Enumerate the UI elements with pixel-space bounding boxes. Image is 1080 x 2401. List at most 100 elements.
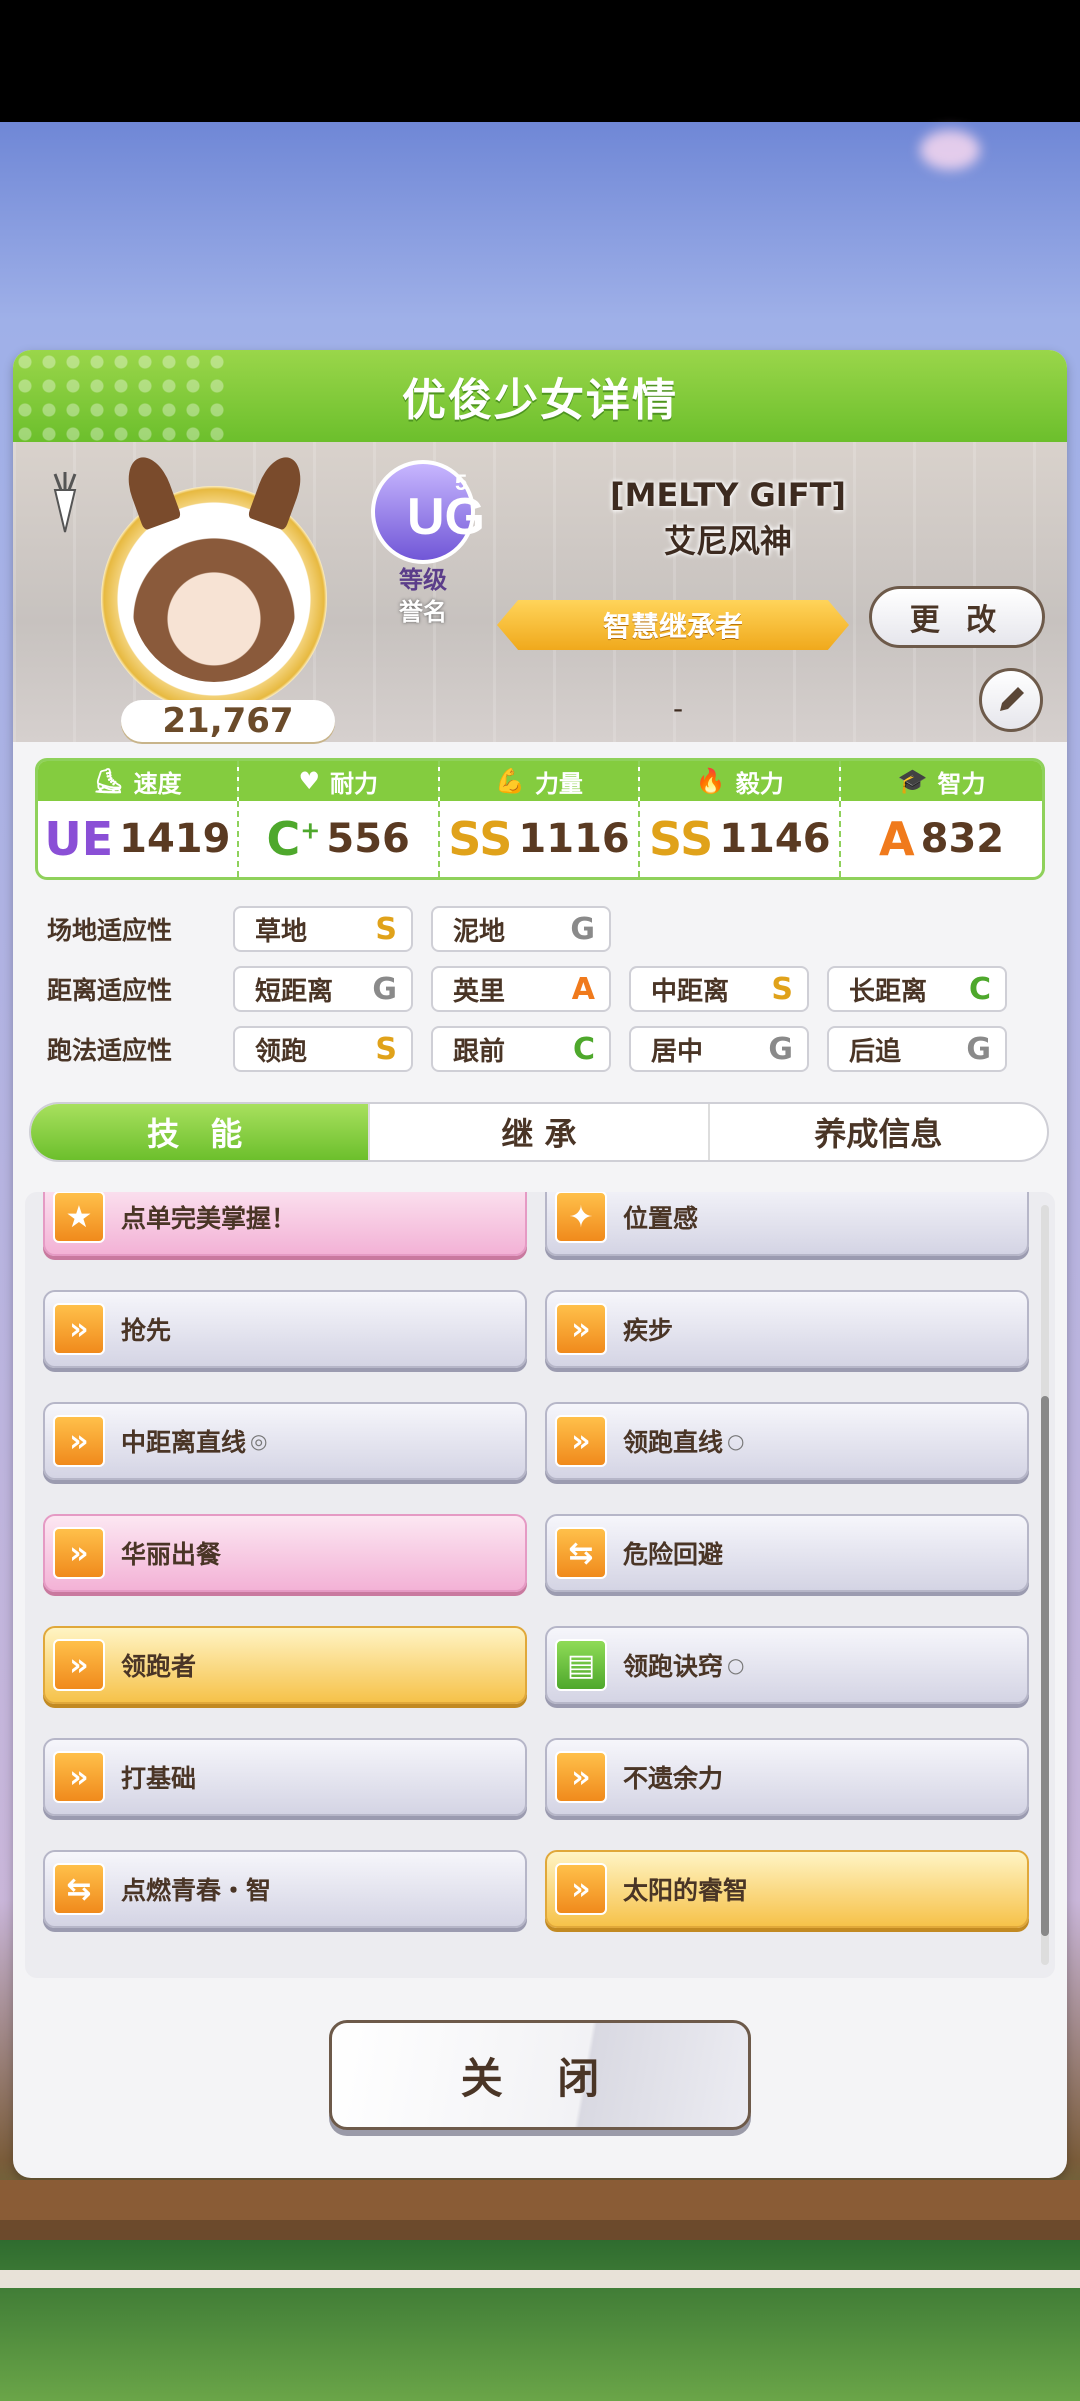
apt-chip: 泥地 G (431, 906, 611, 952)
distance-aptitude-row: 距离适应性 短距离 G 英里 A 中距离 S 长距离 C (47, 966, 1025, 1012)
rank-badge-icon[interactable]: UG 5 (361, 456, 485, 576)
pencil-icon (1000, 687, 1024, 711)
skill-item[interactable]: ⇆ 点燃青春・智 (43, 1850, 527, 1928)
apt-chip: 跟前 C (431, 1026, 611, 1072)
apt-label: 距离适应性 (47, 976, 173, 1005)
skill-icon: » (53, 1415, 105, 1467)
stat-label: 力量 (534, 769, 583, 798)
header-pattern (13, 350, 233, 442)
skill-item[interactable]: » 领跑者 (43, 1626, 527, 1704)
edit-button[interactable] (979, 668, 1043, 732)
skill-icon: ★ (53, 1192, 105, 1243)
apt-chip: 英里 A (431, 966, 611, 1012)
skill-item[interactable]: » 疾步 (545, 1290, 1029, 1368)
rating-score: 21,767 (121, 700, 335, 742)
stat-label: 毅力 (735, 769, 784, 798)
skill-item[interactable]: ★ 点单完美掌握！ (43, 1192, 527, 1256)
memo-text: - (673, 692, 684, 725)
skill-icon: ⇆ (555, 1527, 607, 1579)
skill-icon: » (555, 1751, 607, 1803)
fence (0, 2270, 1080, 2288)
skill-icon: » (53, 1303, 105, 1355)
stat-value: 1116 (518, 816, 630, 862)
stats-table: ⛸ 速度 UE 1419 ♥ 耐力 C+ 556 💪 力量 SS 1116 🔥 毅力 S… (35, 758, 1045, 880)
style-aptitude-row: 跑法适应性 领跑 S 跟前 C 居中 G 后追 G (47, 1026, 1025, 1072)
skill-item[interactable]: » 打基础 (43, 1738, 527, 1816)
apt-chip: 领跑 S (233, 1026, 413, 1072)
track-aptitude-row: 场地适应性 草地 S 泥地 G (47, 906, 629, 952)
stat-grade: UE (44, 812, 114, 866)
stat-guts: 🔥 毅力 SS 1146 (640, 761, 842, 877)
stat-grade: SS (448, 812, 513, 866)
stat-power: 💪 力量 SS 1116 (439, 761, 641, 877)
skill-item[interactable]: » 中距离直线 ◎ (43, 1402, 527, 1480)
stat-value: 832 (920, 816, 1005, 862)
rank-grade: UG (407, 488, 485, 546)
apt-label: 跑法适应性 (47, 1036, 173, 1065)
stat-grade: C+ (266, 812, 321, 866)
muscle-icon: 💪 (495, 767, 525, 795)
skill-icon: ▤ (555, 1639, 607, 1691)
stat-stamina: ♥ 耐力 C+ 556 (238, 761, 440, 877)
skill-item[interactable]: » 不遗余力 (545, 1738, 1029, 1816)
skill-icon: ✦ (555, 1192, 607, 1243)
stat-speed: ⛸ 速度 UE 1419 (38, 761, 239, 877)
apt-chip: 居中 G (629, 1026, 809, 1072)
rank-label: 等级 (399, 566, 447, 594)
tab-skills[interactable]: 技 能 (31, 1104, 371, 1160)
stat-label: 耐力 (329, 769, 378, 798)
stat-grade: SS (649, 812, 714, 866)
rank-level: 5 (455, 470, 467, 495)
skill-icon: » (53, 1751, 105, 1803)
status-bar (0, 0, 1080, 122)
skill-icon: » (555, 1415, 607, 1467)
apt-label: 场地适应性 (47, 916, 173, 945)
skill-icon: » (555, 1863, 607, 1915)
skill-icon: ⇆ (53, 1863, 105, 1915)
flame-icon: 🔥 (695, 767, 726, 795)
profile-area: 21,767 UG 5 等级 誉名 [MELTY GIFT] 艾尼风神 智慧继承… (13, 442, 1067, 742)
character-name: 艾尼风神 (663, 522, 792, 560)
skill-item[interactable]: » 领跑直线 ○ (545, 1402, 1029, 1480)
tab-inheritance[interactable]: 继 承 (370, 1104, 710, 1160)
carrot-icon (53, 472, 77, 533)
apt-chip: 中距离 S (629, 966, 809, 1012)
heart-icon: ♥ (298, 767, 320, 795)
skill-item[interactable]: » 太阳的睿智 (545, 1850, 1029, 1928)
apt-chip: 后追 G (827, 1026, 1007, 1072)
stat-label: 速度 (133, 769, 182, 798)
stat-wisdom: 🎓 智力 A 832 (841, 761, 1042, 877)
outfit-name: [MELTY GIFT] (609, 476, 847, 514)
stat-value: 1419 (119, 816, 231, 862)
umamusume-detail-panel: 优俊少女详情 21,767 UG 5 等级 誉名 [MELTY GIFT] 艾尼… (13, 350, 1067, 2178)
apt-chip: 长距离 C (827, 966, 1007, 1012)
graduation-cap-icon: 🎓 (897, 767, 928, 795)
sky-light (920, 130, 980, 170)
skill-icon: » (53, 1527, 105, 1579)
skill-item[interactable]: » 华丽出餐 (43, 1514, 527, 1592)
ground-scenery (0, 2180, 1080, 2401)
tab-training-info[interactable]: 养成信息 (710, 1104, 1047, 1160)
skill-item[interactable]: ▤ 领跑诀窍 ○ (545, 1626, 1029, 1704)
change-button[interactable]: 更 改 (869, 586, 1045, 648)
stat-label: 智力 (937, 769, 986, 798)
panel-header: 优俊少女详情 (13, 350, 1067, 442)
skill-item[interactable]: » 抢先 (43, 1290, 527, 1368)
stat-grade: A (879, 812, 915, 866)
avatar[interactable] (131, 516, 297, 682)
skill-item[interactable]: ⇆ 危险回避 (545, 1514, 1029, 1592)
skill-icon: » (53, 1639, 105, 1691)
rank-sub-label: 誉名 (399, 598, 447, 626)
skills-list: ★ 点单完美掌握！ ✦ 位置感 » 抢先 » 疾步 » 中距离直线 ◎ » 领跑直… (25, 1192, 1055, 1978)
skill-item[interactable]: ✦ 位置感 (545, 1192, 1029, 1256)
apt-chip: 草地 S (233, 906, 413, 952)
apt-chip: 短距离 G (233, 966, 413, 1012)
skill-icon: » (555, 1303, 607, 1355)
detail-tabs: 技 能 继 承 养成信息 (29, 1102, 1049, 1162)
title-ribbon: 智慧继承者 (497, 600, 849, 650)
scrollbar-thumb[interactable] (1041, 1396, 1049, 1936)
close-button[interactable]: 关 闭 (329, 2020, 751, 2130)
stat-value: 556 (326, 816, 410, 862)
shoe-icon: ⛸ (93, 767, 124, 795)
panel-title: 优俊少女详情 (402, 375, 678, 426)
